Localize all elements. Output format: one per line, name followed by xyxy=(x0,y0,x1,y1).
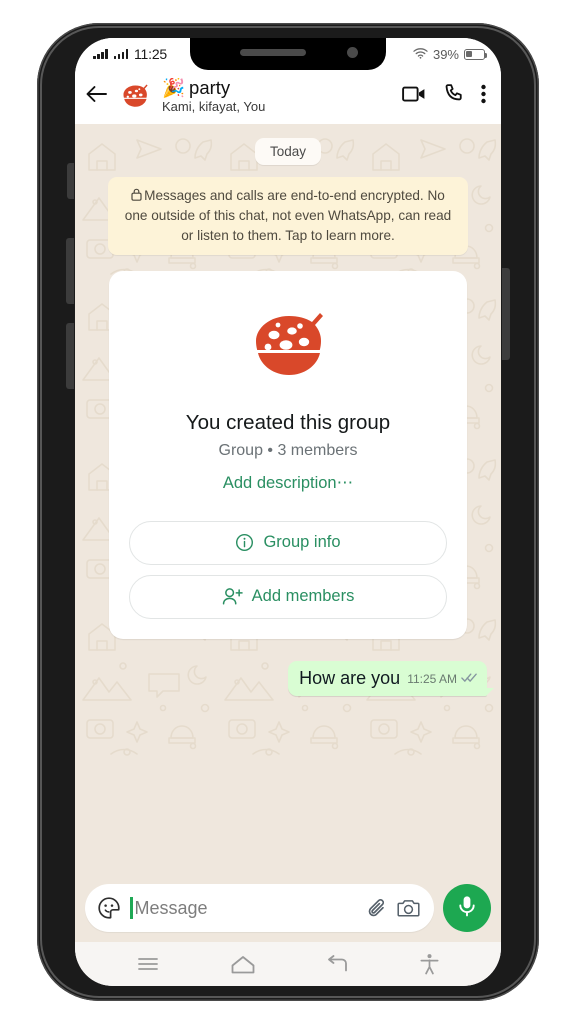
message-row-outgoing: How are you 11:25 AM xyxy=(75,639,501,697)
page-title: 🎉 party xyxy=(162,78,394,99)
message-input-field[interactable]: Message xyxy=(130,897,358,919)
lock-icon xyxy=(131,187,142,206)
message-meta: 11:25 AM xyxy=(407,670,478,689)
group-card-meta: Group • 3 members xyxy=(218,441,358,459)
group-created-card: You created this group Group • 3 members… xyxy=(109,270,467,639)
group-avatar-pizza-icon[interactable] xyxy=(116,77,154,115)
volume-up-button[interactable] xyxy=(66,238,74,304)
power-button[interactable] xyxy=(502,268,510,360)
accessibility-icon[interactable] xyxy=(419,953,440,975)
phone-screen: 11:25 39% 🎉 party Kami, kifayat, You Tod… xyxy=(75,38,501,986)
signal-bars-icon-2 xyxy=(113,49,128,59)
group-info-label: Group info xyxy=(263,533,341,552)
text-cursor xyxy=(130,897,133,919)
home-icon[interactable] xyxy=(230,954,256,975)
status-time: 11:25 xyxy=(134,46,167,62)
header-actions xyxy=(402,83,489,109)
message-list[interactable]: Today Messages and calls are end-to-end … xyxy=(75,124,501,876)
earpiece-speaker xyxy=(240,49,306,56)
group-name: party xyxy=(189,77,231,98)
wifi-icon xyxy=(413,47,428,62)
info-circle-icon xyxy=(235,533,254,552)
encryption-notice-text: Messages and calls are end-to-end encryp… xyxy=(124,188,452,243)
double-check-icon xyxy=(461,670,478,688)
add-description-link[interactable]: Add description⋯ xyxy=(223,473,353,493)
group-info-button[interactable]: Group info xyxy=(129,520,447,565)
voice-record-button[interactable] xyxy=(443,884,491,932)
group-members-subtitle: Kami, kifayat, You xyxy=(162,99,266,114)
sticker-emoji-icon[interactable] xyxy=(97,896,121,920)
message-input-pill[interactable]: Message xyxy=(85,884,434,932)
back-arrow-icon[interactable] xyxy=(85,84,108,109)
encryption-notice-row: Messages and calls are end-to-end encryp… xyxy=(75,177,501,255)
add-members-label: Add members xyxy=(251,587,355,606)
date-divider-row: Today xyxy=(75,138,501,165)
battery-percent: 39% xyxy=(432,46,459,62)
recents-menu-icon[interactable] xyxy=(136,955,160,973)
battery-icon xyxy=(464,48,488,60)
person-add-icon xyxy=(222,587,243,606)
more-vertical-icon[interactable] xyxy=(481,84,486,109)
header-text[interactable]: 🎉 party Kami, kifayat, You xyxy=(162,78,394,114)
add-members-button[interactable]: Add members xyxy=(129,574,447,619)
notch xyxy=(190,38,386,70)
phone-call-icon[interactable] xyxy=(443,83,464,109)
back-nav-icon[interactable] xyxy=(325,954,349,974)
video-call-icon[interactable] xyxy=(402,85,426,108)
message-timestamp: 11:25 AM xyxy=(407,672,457,687)
microphone-icon xyxy=(456,894,478,923)
message-text: How are you xyxy=(299,667,401,688)
front-camera xyxy=(347,47,358,58)
group-avatar-pizza-icon-large xyxy=(236,293,340,397)
system-nav-bar xyxy=(75,942,501,986)
silence-switch-button[interactable] xyxy=(67,163,74,199)
message-placeholder: Message xyxy=(134,897,208,918)
chat-body: Today Messages and calls are end-to-end … xyxy=(75,124,501,876)
message-input-bar: Message xyxy=(75,876,501,942)
group-card-title: You created this group xyxy=(185,410,391,434)
group-card-row: You created this group Group • 3 members… xyxy=(75,270,501,639)
paperclip-icon[interactable] xyxy=(367,897,388,920)
party-popper-emoji: 🎉 xyxy=(162,77,186,98)
chat-header: 🎉 party Kami, kifayat, You xyxy=(75,70,501,124)
message-bubble[interactable]: How are you 11:25 AM xyxy=(288,660,494,697)
date-divider: Today xyxy=(254,138,322,165)
camera-icon[interactable] xyxy=(397,898,420,918)
signal-bars-icon xyxy=(93,49,108,59)
encryption-notice[interactable]: Messages and calls are end-to-end encryp… xyxy=(108,177,468,255)
volume-down-button[interactable] xyxy=(66,323,74,389)
